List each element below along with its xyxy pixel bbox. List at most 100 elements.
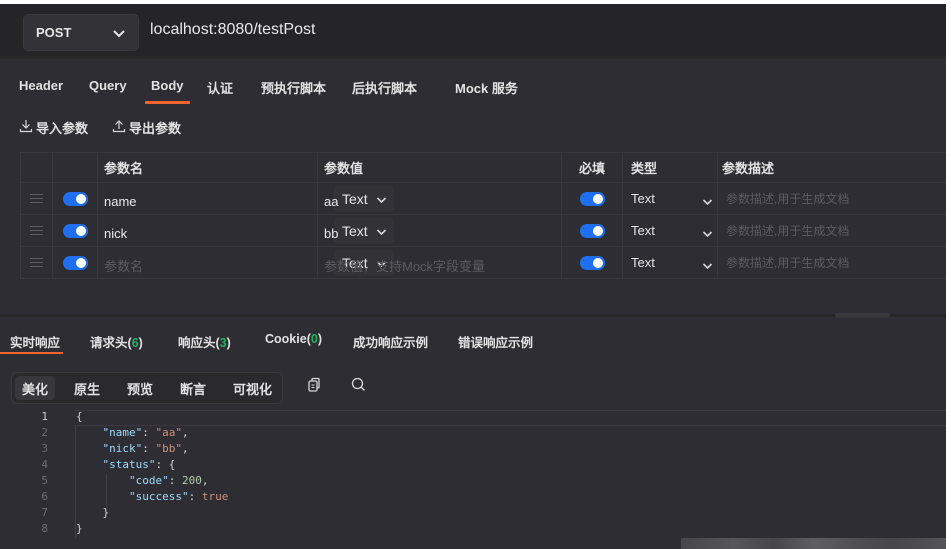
type-label: Text [631,255,655,270]
tab-body[interactable]: Body [145,78,189,104]
tab-count: 0 [310,332,318,346]
code-text: "success": true [128,490,229,503]
type-select[interactable]: Text [623,215,718,246]
table-row: name Text aa Text 参数描述,用于生成文档 [20,183,946,215]
line-number: 4 [41,458,48,471]
current-line-highlight [74,410,946,426]
tab-count: 3 [219,336,227,350]
param-value-input[interactable]: aa [324,188,338,209]
param-name-input[interactable]: nick [104,220,127,241]
tab-pre-script[interactable]: 预执行脚本 [261,78,326,97]
line-number: 1 [41,410,48,423]
type-label: Text [631,223,655,238]
line-number: 8 [41,522,48,535]
param-value-input[interactable]: bb [324,220,338,241]
search-icon[interactable] [351,377,366,395]
chevron-down-icon [702,258,713,273]
code-line: 3 "nick": "bb", [0,442,946,458]
header-required: 必填 [562,152,623,182]
param-name-input[interactable]: name [104,188,137,209]
drag-handle[interactable] [20,183,53,214]
tab-auth[interactable]: 认证 [207,78,233,97]
param-value-input[interactable]: 参数值，支持Mock字段变量 [324,250,485,275]
type-select[interactable]: Text [623,183,718,214]
tab-mock[interactable]: Mock 服务 [455,78,518,97]
tab-label: 错误响应示例 [458,336,534,350]
tab-request-headers[interactable]: 请求头(6) [90,332,143,351]
required-toggle[interactable] [579,255,605,270]
tab-query[interactable]: Query [89,78,127,93]
url-input[interactable]: localhost:8080/testPost [150,21,315,39]
line-number: 3 [41,442,48,455]
enable-toggle[interactable] [62,191,88,206]
param-value-cell: bb [318,215,562,246]
drag-handle-icon [29,258,43,267]
tab-cookie[interactable]: Cookie(0) [265,332,322,346]
tab-error-example[interactable]: 错误响应示例 [458,332,533,351]
json-boolean: true [201,490,229,503]
tab-live-response[interactable]: 实时响应 [0,332,64,354]
response-tabs: 实时响应 请求头(6) 响应头(3) Cookie(0) 成功响应示例 错误响应… [0,332,946,358]
line-number: 7 [41,506,48,519]
copy-icon[interactable] [307,377,321,396]
code-line: 7 } [0,506,946,522]
table-header-row: 参数名 参数值 必填 类型 参数描述 [20,152,946,183]
param-value-cell: aa [318,183,562,214]
tab-success-example[interactable]: 成功响应示例 [353,332,428,351]
drag-handle[interactable] [20,215,53,246]
required-toggle[interactable] [579,223,605,238]
chevron-down-icon [112,27,126,42]
tab-count: 6 [131,336,139,350]
param-name-cell: nick Text [98,215,394,246]
header-description: 参数描述 [722,160,775,176]
code-text: } [76,506,110,519]
description-input[interactable]: 参数描述,用于生成文档 [722,254,849,271]
view-mode-group: 美化 原生 预览 断言 可视化 [11,372,283,404]
header-name: 参数名 [98,152,318,182]
json-string: "aa" [155,426,183,439]
method-select[interactable]: POST [23,14,139,51]
code-text: } [76,522,83,535]
description-cell: 参数描述,用于生成文档 [718,183,946,214]
json-number: 200 [181,474,202,487]
required-cell [562,183,623,214]
description-cell: 参数描述,用于生成文档 [718,247,946,278]
header-type: 类型 [623,152,718,182]
resize-handle[interactable] [835,313,890,318]
panel-divider[interactable] [0,314,946,317]
description-input[interactable]: 参数描述,用于生成文档 [722,190,849,207]
param-name-cell: name Text [98,183,394,214]
enable-toggle[interactable] [62,223,88,238]
type-label: Text [631,191,655,206]
drag-handle-icon [29,194,43,203]
type-select[interactable]: Text [623,247,718,278]
view-visualize-button[interactable]: 可视化 [226,376,279,400]
param-name-input[interactable]: 参数名 [104,250,143,275]
line-number: 2 [41,426,48,439]
enable-toggle[interactable] [62,255,88,270]
required-cell [562,247,623,278]
import-params-button[interactable]: 导入参数 [19,118,88,137]
view-raw-button[interactable]: 原生 [67,376,107,400]
json-key: "code" [128,474,169,487]
response-body-viewer[interactable]: 1 { 2 "name": "aa", 3 "nick": "bb", 4 "s… [0,410,946,549]
tab-label: 请求头 [90,336,128,350]
url-bar: POST localhost:8080/testPost [0,4,946,59]
description-input[interactable]: 参数描述,用于生成文档 [722,222,849,239]
tab-response-headers[interactable]: 响应头(3) [178,332,231,351]
code-text: "nick": "bb", [102,442,189,455]
tab-post-script[interactable]: 后执行脚本 [352,78,417,97]
json-key: "success" [128,490,189,503]
param-actions: 导入参数 导出参数 [19,118,181,137]
view-beautify-button[interactable]: 美化 [15,376,56,400]
required-toggle[interactable] [579,191,605,206]
view-preview-button[interactable]: 预览 [120,376,160,400]
code-line: 2 "name": "aa", [0,426,946,442]
tab-header[interactable]: Header [19,78,63,93]
param-name-cell: 参数名 Text [98,247,394,278]
chevron-down-icon [702,226,713,241]
export-params-button[interactable]: 导出参数 [112,118,181,137]
drag-handle[interactable] [20,247,53,278]
tab-label: 成功响应示例 [353,336,429,350]
view-assert-button[interactable]: 断言 [173,376,213,400]
